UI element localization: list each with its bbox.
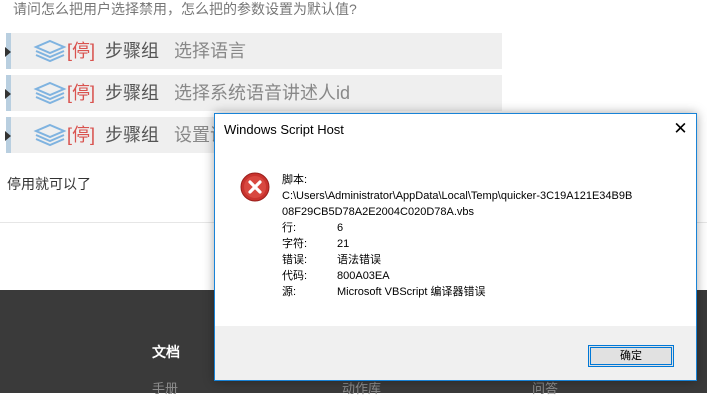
footer-link-manual[interactable]: 手册	[152, 378, 178, 397]
close-button[interactable]: ✕	[665, 114, 696, 145]
answer-text: 停用就可以了	[7, 176, 91, 192]
step-group-label: 步骤组	[105, 83, 159, 103]
error-dialog: Windows Script Host ✕ 脚本: C:\Users\Admin…	[214, 113, 697, 381]
line-label: 行:	[282, 222, 297, 234]
code-value: 800A03EA	[337, 270, 390, 282]
expand-arrow-icon[interactable]	[5, 47, 11, 57]
stopped-tag: [停]	[67, 83, 96, 103]
script-path-line1: C:\Users\Administrator\AppData\Local\Tem…	[282, 190, 633, 202]
step-group-label: 步骤组	[105, 125, 159, 145]
dialog-body: 脚本: C:\Users\Administrator\AppData\Local…	[215, 145, 696, 326]
script-path-line2: 08F29CB5D78A2E2004C020D78A.vbs	[282, 206, 475, 218]
error-icon	[240, 172, 270, 202]
step-row[interactable]: [停] 步骤组 选择语言	[5, 33, 502, 69]
layers-icon	[33, 123, 67, 147]
error-value: 语法错误	[337, 254, 381, 266]
layers-icon	[33, 39, 67, 63]
dialog-title: Windows Script Host	[224, 122, 344, 137]
step-description: 选择语言	[174, 41, 246, 61]
dialog-titlebar[interactable]: Windows Script Host ✕	[215, 114, 696, 145]
layers-icon	[33, 81, 67, 105]
expand-arrow-icon[interactable]	[5, 89, 11, 99]
script-label: 脚本:	[282, 174, 308, 186]
expand-arrow-icon[interactable]	[5, 131, 11, 141]
dialog-footer: 确定	[215, 326, 696, 380]
source-value: Microsoft VBScript 编译器错误	[337, 286, 486, 298]
line-value: 6	[337, 222, 344, 234]
step-description: 选择系统语音讲述人id	[174, 83, 351, 103]
step-row[interactable]: [停] 步骤组 选择系统语音讲述人id	[5, 75, 502, 111]
source-label: 源:	[282, 286, 297, 298]
stopped-tag: [停]	[67, 41, 96, 61]
stopped-tag: [停]	[67, 125, 96, 145]
step-group-label: 步骤组	[105, 41, 159, 61]
char-value: 21	[337, 238, 350, 250]
footer-heading-docs: 文档	[152, 344, 180, 360]
ok-button[interactable]: 确定	[588, 345, 674, 367]
code-label: 代码:	[282, 270, 308, 282]
char-label: 字符:	[282, 238, 308, 250]
error-label: 错误:	[282, 254, 308, 266]
question-text: 请问怎么把用户选择禁用，怎么把的参数设置为默认值?	[13, 1, 357, 17]
